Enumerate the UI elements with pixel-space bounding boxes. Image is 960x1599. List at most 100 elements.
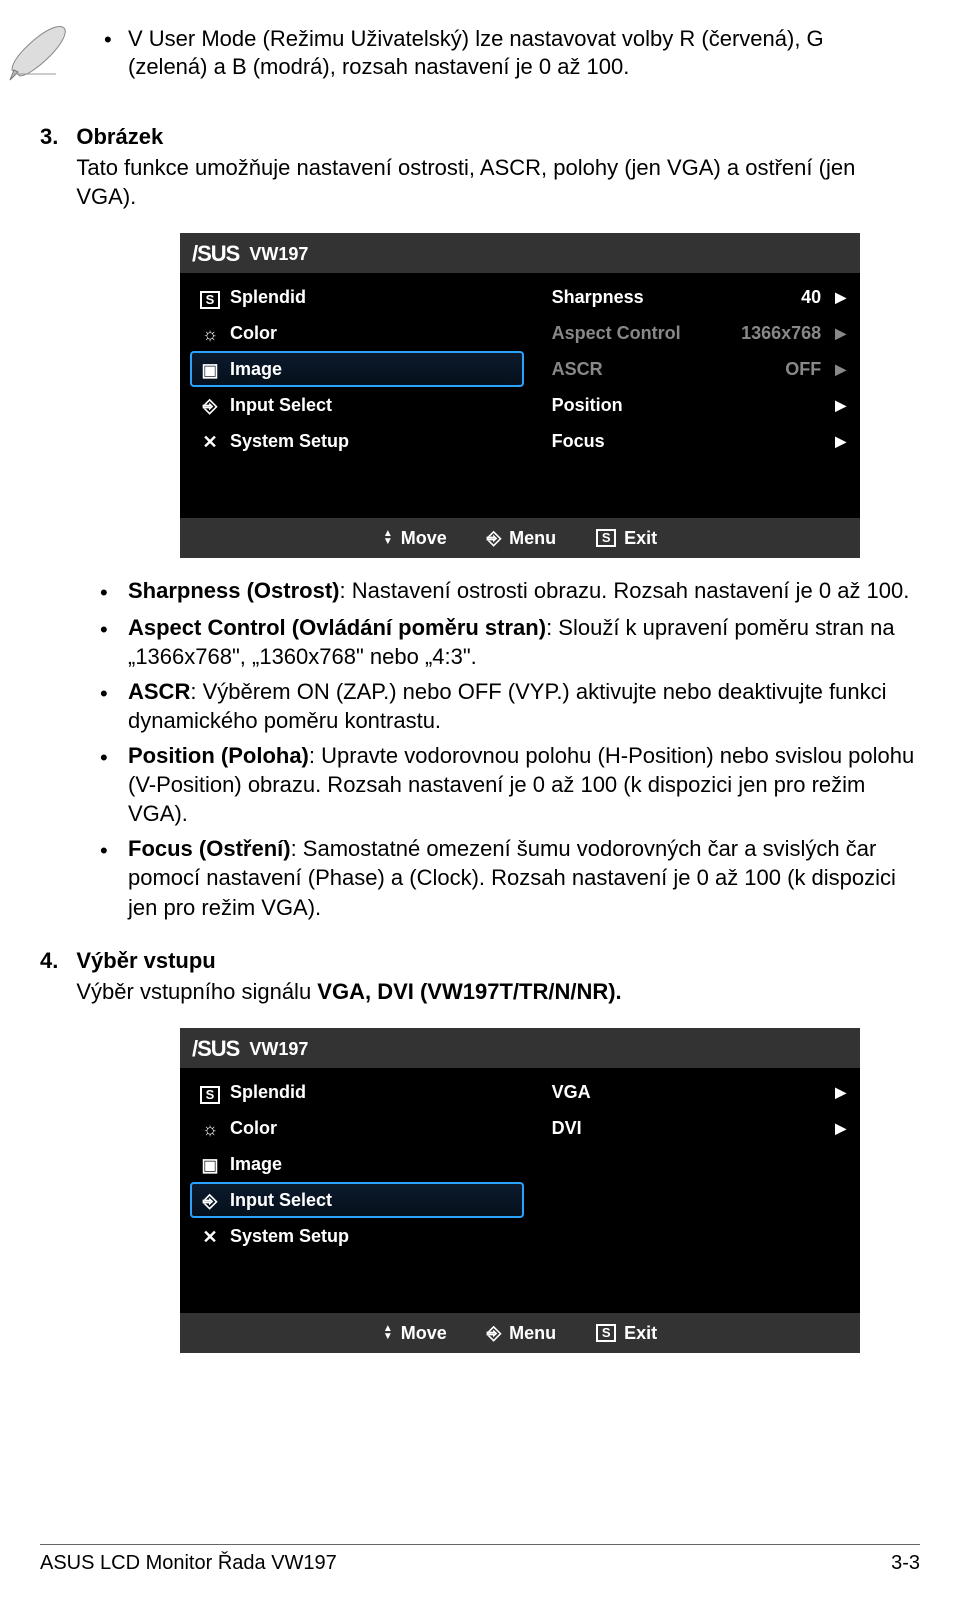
footer-rule: [40, 1544, 920, 1545]
bullet-text: Focus (Ostření): Samostatné omezení šumu…: [128, 834, 920, 921]
menu-icon: ⎆: [487, 1323, 501, 1344]
osd-right-item[interactable]: Sharpness40▶: [544, 279, 850, 315]
page-footer: ASUS LCD Monitor Řada VW197 3-3: [0, 1552, 960, 1575]
osd-item-label: System Setup: [230, 1226, 349, 1247]
osd-header: /SUS VW197: [180, 1028, 860, 1068]
osd-item-label: Color: [230, 1118, 277, 1139]
osd-item-label: Splendid: [230, 1082, 306, 1103]
osd-left-item[interactable]: ▣ Image: [190, 1146, 524, 1182]
osd-right-value: 40: [801, 287, 821, 308]
osd-item-icon: S: [200, 288, 220, 306]
osd-right-menu: VGA ▶ DVI▶: [534, 1068, 860, 1313]
osd-move-label: Move: [401, 528, 447, 549]
updown-icon: ▲▼: [383, 530, 393, 546]
osd-image-panel: /SUS VW197 S Splendid ☼ Color ▣ Image ⎆ Input S…: [180, 233, 860, 562]
osd-left-item[interactable]: ⎆ Input Select: [190, 387, 524, 423]
osd-right-item[interactable]: VGA ▶: [544, 1074, 850, 1110]
bullet-text: Position (Poloha): Upravte vodorovnou po…: [128, 741, 920, 828]
page-content: • V User Mode (Režimu Uživatelský) lze n…: [0, 0, 960, 1357]
osd-right-label: DVI: [552, 1118, 582, 1139]
osd-right-label: Focus: [552, 431, 605, 452]
updown-icon: ▲▼: [383, 1325, 393, 1341]
asus-logo: /SUS: [192, 241, 239, 267]
note-bullet: •: [100, 25, 128, 53]
section-title: Obrázek: [76, 124, 920, 150]
osd-right-item[interactable]: Aspect Control 1366x768 ▶: [544, 315, 850, 351]
bullet-item: •Sharpness (Ostrost): Nastavení ostrosti…: [100, 576, 920, 607]
osd-right-label: ASCR: [552, 359, 603, 380]
section-number: 4.: [40, 948, 58, 974]
section-body: Výběr vstupního signálu VGA, DVI (VW197T…: [76, 978, 920, 1007]
asus-logo: /SUS: [192, 1036, 239, 1062]
osd-left-item[interactable]: ✕ System Setup: [190, 423, 524, 459]
osd-item-icon: ✕: [200, 432, 220, 450]
osd-item-label: Image: [230, 1154, 282, 1175]
osd-item-label: System Setup: [230, 431, 349, 452]
bullet-dot: •: [100, 613, 114, 644]
osd-item-icon: ⎆: [200, 1191, 220, 1209]
arrow-icon: ▶: [835, 433, 846, 450]
bullet-item: • Position (Poloha): Upravte vodorovnou p…: [100, 741, 920, 828]
osd-right-item[interactable]: DVI▶: [544, 1110, 850, 1146]
section-3-heading: 3. Obrázek Tato funkce umožňuje nastaven…: [40, 124, 920, 211]
bullet-item: • Aspect Control (Ovládání poměru stran):…: [100, 613, 920, 671]
osd-left-item[interactable]: S Splendid: [190, 279, 524, 315]
osd-item-icon: ☼: [200, 324, 220, 342]
osd-item-label: Input Select: [230, 1190, 332, 1211]
bullet-dot: •: [100, 834, 114, 865]
bullet-text: ASCR: Výběrem ON (ZAP.) nebo OFF (VYP.) …: [128, 677, 920, 735]
bullet-text: Aspect Control (Ovládání poměru stran): …: [128, 613, 920, 671]
osd-left-item[interactable]: SSplendid: [190, 1074, 524, 1110]
osd-item-icon: ☼: [200, 1119, 220, 1137]
section-body-pre: Výběr vstupního signálu: [76, 979, 317, 1004]
arrow-icon: ▶: [835, 397, 846, 414]
osd-right-label: Position: [552, 395, 623, 416]
osd-exit-label: Exit: [624, 1323, 657, 1344]
osd-item-label: Image: [230, 359, 282, 380]
osd-move-label: Move: [401, 1323, 447, 1344]
arrow-icon: ▶: [835, 325, 846, 342]
arrow-icon: ▶: [835, 1084, 846, 1101]
section-body: Tato funkce umožňuje nastavení ostrosti,…: [76, 154, 920, 211]
bullet-dot: •: [100, 677, 114, 708]
arrow-icon: ▶: [835, 289, 846, 306]
osd-footer: ▲▼Move ⎆Menu SExit: [180, 518, 860, 558]
osd-header: /SUS VW197: [180, 233, 860, 273]
note-icon: [8, 22, 68, 88]
arrow-icon: ▶: [835, 361, 846, 378]
osd-right-label: VGA: [552, 1082, 591, 1103]
osd-right-item[interactable]: ASCROFF▶: [544, 351, 850, 387]
osd-model: VW197: [249, 244, 308, 265]
osd-left-item[interactable]: ☼ Color: [190, 315, 524, 351]
osd-item-icon: ⎆: [200, 396, 220, 414]
s-icon: S: [596, 1324, 616, 1342]
osd-left-item[interactable]: ☼ Color: [190, 1110, 524, 1146]
osd-right-label: Aspect Control: [552, 323, 681, 344]
osd-left-menu: SSplendid ☼ Color ▣ Image ⎆ Input Select ✕ Syste…: [180, 1068, 534, 1313]
osd-right-menu: Sharpness40▶Aspect Control1366x768▶ASCRO…: [534, 273, 860, 518]
osd-item-icon: ▣: [200, 360, 220, 378]
footer-left: ASUS LCD Monitor Řada VW197: [40, 1552, 337, 1575]
bullet-item: • ASCR: Výběrem ON (ZAP.) nebo OFF (VYP.)…: [100, 677, 920, 735]
bullet-dot: •: [100, 741, 114, 772]
osd-input-panel: /SUS VW197 SSplendid☼Color▣Image⎆Input S…: [180, 1028, 860, 1357]
osd-menu-label: Menu: [509, 528, 556, 549]
osd-item-label: Color: [230, 323, 277, 344]
osd-left-menu: S Splendid ☼ Color ▣ Image ⎆ Input Select ✕ Syste…: [180, 273, 534, 518]
user-mode-note: • V User Mode (Režimu Uživatelský) lze n…: [100, 0, 920, 98]
osd-left-item[interactable]: ⎆ Input Select: [190, 1182, 524, 1218]
s-icon: S: [596, 529, 616, 547]
osd-right-item[interactable]: Focus ▶: [544, 423, 850, 459]
osd-right-item[interactable]: Position ▶: [544, 387, 850, 423]
footer-right: 3-3: [891, 1552, 920, 1575]
section-3-bullets: • Sharpness (Ostrost): Nastavení ostrosti…: [100, 576, 920, 921]
osd-item-label: Input Select: [230, 395, 332, 416]
osd-item-label: Splendid: [230, 287, 306, 308]
osd-left-item[interactable]: ▣ Image: [190, 351, 524, 387]
osd-item-icon: ▣: [200, 1155, 220, 1173]
section-number: 3.: [40, 124, 58, 150]
bullet-text: Sharpness (Ostrost): Nastavení ostrosti …: [128, 576, 920, 605]
osd-right-value: 1366x768: [741, 323, 821, 344]
osd-left-item[interactable]: ✕ System Setup: [190, 1218, 524, 1254]
osd-item-icon: ✕: [200, 1227, 220, 1245]
